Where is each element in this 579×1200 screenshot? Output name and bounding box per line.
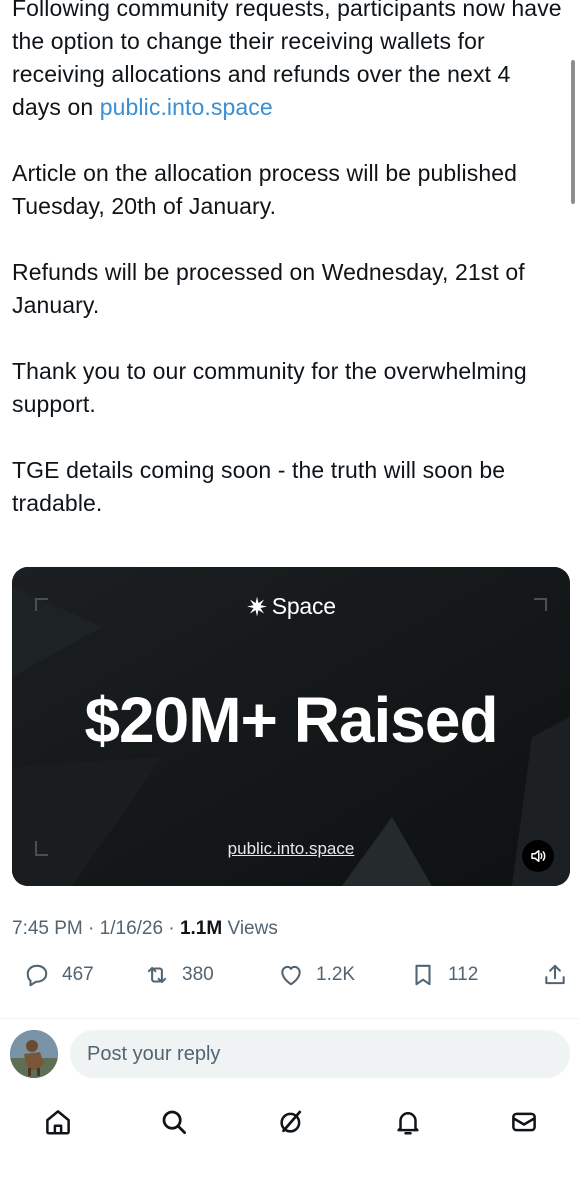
reply-composer: Post your reply [0,1028,579,1080]
mail-icon [512,1112,536,1132]
views-label: Views [227,918,278,939]
tweet-body: Following community requests, participan… [12,0,564,520]
tab-messages[interactable] [508,1106,540,1138]
bookmark-count: 112 [448,964,479,985]
tweet-actions: 467 380 1.2K 112 [12,962,572,998]
tweet-paragraph: Article on the allocation process will b… [12,160,517,219]
media-brand-name: Space [271,593,336,619]
media-headline: $20M+ Raised [84,684,498,756]
tab-search[interactable] [158,1106,190,1138]
tweet-paragraph: TGE details coming soon - the truth will… [12,457,506,516]
search-icon [162,1110,186,1134]
bell-icon [397,1112,419,1135]
tweet-paragraph: Following community requests, participan… [12,0,564,124]
home-icon [46,1110,70,1135]
tweet-time: 7:45 PM [12,918,83,939]
repost-icon [147,966,167,984]
like-count: 1.2K [316,964,356,985]
bottom-tab-bar [0,1088,579,1158]
speaker-icon [531,850,546,862]
tweet-paragraph: Refunds will be processed on Wednesday, … [12,259,525,318]
avatar[interactable] [10,1030,58,1078]
reply-button[interactable]: 467 [24,962,94,988]
reply-count: 467 [62,964,94,985]
tweet-date: 1/16/26 [99,918,164,939]
avatar-image [10,1030,58,1078]
reply-input[interactable]: Post your reply [70,1030,570,1078]
tweet-paragraph-text: Following community requests, participan… [12,0,562,120]
repost-button[interactable]: 380 [144,962,214,988]
repost-count: 380 [182,964,214,985]
tab-grok[interactable] [275,1106,307,1138]
tweet-media-video[interactable]: ✷ Space $20M+ Raised public.into.space [12,567,570,886]
tweet-meta: 7:45 PM · 1/16/26 · 1.1M Views [12,918,278,939]
grok-icon [280,1110,302,1133]
scrollbar[interactable] [571,60,575,204]
asterisk-star-icon: ✷ [246,592,268,622]
bookmark-icon [415,964,431,986]
like-button[interactable]: 1.2K [278,962,355,988]
share-button[interactable] [542,962,579,988]
tab-notifications[interactable] [392,1106,424,1138]
tweet-paragraph: Thank you to our community for the overw… [12,358,527,417]
heart-icon [281,965,301,986]
divider [0,1018,579,1019]
views-count: 1.1M [179,918,223,939]
tweet-link[interactable]: public.into.space [100,94,273,120]
share-icon [545,964,565,985]
bookmark-button[interactable]: 112 [410,962,478,988]
media-url: public.into.space [227,839,355,858]
tab-home[interactable] [42,1106,74,1138]
reply-icon [26,964,48,987]
media-brand: ✷ Space [12,592,570,623]
sound-toggle-button[interactable] [522,840,554,872]
